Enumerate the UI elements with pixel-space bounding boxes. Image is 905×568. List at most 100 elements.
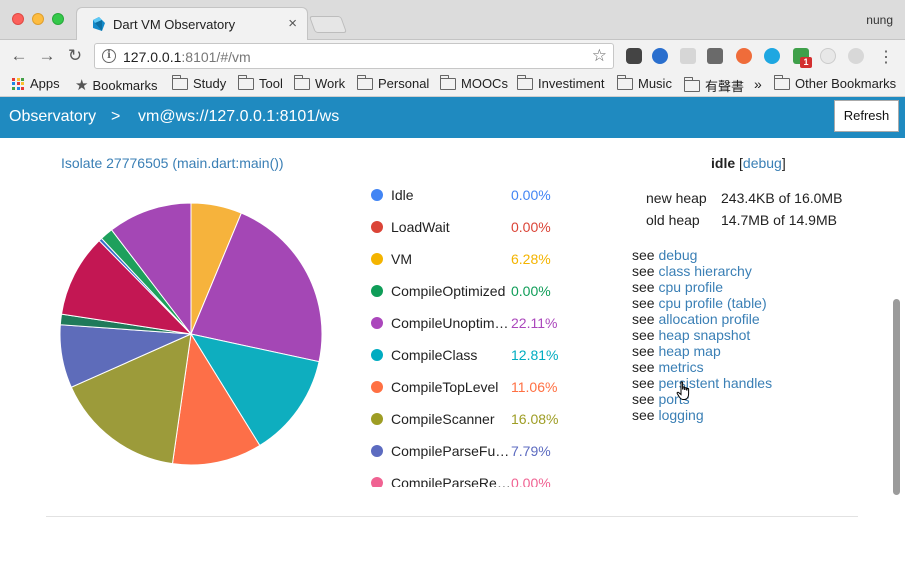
bookmarks-overflow-chevron[interactable]: » xyxy=(754,76,762,92)
tab-observatory[interactable]: Dart VM Observatory × xyxy=(76,7,308,40)
new-tab-button[interactable] xyxy=(308,16,348,33)
legend-value: 6.28% xyxy=(511,251,551,267)
legend-label: CompileParseRegExp xyxy=(391,475,511,487)
see-prefix: see xyxy=(632,279,655,295)
see-link[interactable]: cpu profile (table) xyxy=(658,295,766,311)
legend-row: CompileTopLevel 11.06% xyxy=(365,371,565,403)
isolate-link[interactable]: Isolate 27776505 (main.dart:main()) xyxy=(61,155,284,171)
bookmark-apps[interactable]: Apps xyxy=(12,76,60,91)
legend-label: CompileScanner xyxy=(391,411,495,427)
bookmark-bookmarks[interactable]: ★ Bookmarks xyxy=(75,76,157,94)
folder-icon xyxy=(356,74,373,90)
see-link[interactable]: metrics xyxy=(658,359,703,375)
bookmark-label: Apps xyxy=(30,76,60,91)
legend-value: 0.00% xyxy=(511,219,551,235)
bookmark-study[interactable]: Study xyxy=(171,74,226,91)
bookmark-tool[interactable]: Tool xyxy=(237,74,283,91)
window-minimize-button[interactable] xyxy=(32,13,44,25)
browser-menu-icon[interactable]: ⋮ xyxy=(878,47,894,67)
url-host: 127.0.0.1 xyxy=(123,49,182,65)
bookmark-audiobooks[interactable]: 有聲書 xyxy=(683,76,745,95)
see-item: see cpu profile (table) xyxy=(632,295,772,311)
bookmark-label: Bookmarks xyxy=(92,77,158,93)
see-links-list: see debug see class hierarchy see cpu prof… xyxy=(632,247,772,423)
see-item: see heap map xyxy=(632,343,772,359)
pocket-extension-icon[interactable] xyxy=(626,48,642,64)
forward-arrow-icon[interactable]: → xyxy=(36,45,58,67)
hand-cursor-icon xyxy=(676,381,690,400)
bookmark-label: Investiment xyxy=(538,76,605,91)
see-prefix: see xyxy=(632,327,655,343)
addon-extension-icon[interactable] xyxy=(736,48,752,64)
url-path: :8101/#/vm xyxy=(181,49,251,65)
copy-extension-icon[interactable] xyxy=(680,48,696,64)
site-info-icon[interactable]: i xyxy=(102,49,116,63)
url-text[interactable]: 127.0.0.1:8101/#/vm xyxy=(123,49,251,65)
legend-row: VM 6.28% xyxy=(365,243,565,275)
heap-value: 243.4KB of 16.0MB xyxy=(721,190,843,206)
see-prefix: see xyxy=(632,295,655,311)
apps-icon xyxy=(12,77,24,90)
legend-label: CompileClass xyxy=(391,347,478,363)
bookmark-other[interactable]: Other Bookmarks xyxy=(773,74,896,91)
see-link[interactable]: debug xyxy=(658,247,697,263)
see-link[interactable]: class hierarchy xyxy=(658,263,751,279)
see-link[interactable]: heap snapshot xyxy=(658,327,750,343)
bookmark-label: Tool xyxy=(259,76,283,91)
legend-label: VM xyxy=(391,251,412,267)
see-prefix: see xyxy=(632,343,655,359)
debug-link[interactable]: debug xyxy=(743,155,782,171)
folder-icon xyxy=(237,74,254,90)
skype-extension-icon[interactable] xyxy=(764,48,780,64)
page-scrollbar[interactable] xyxy=(893,299,900,495)
bookmark-label: Work xyxy=(315,76,346,91)
bookmark-label: Personal xyxy=(378,76,430,91)
tab-close-icon[interactable]: × xyxy=(288,15,297,32)
isolate-state: idle xyxy=(711,155,736,171)
back-arrow-icon[interactable]: ← xyxy=(8,45,30,67)
bookmark-label: 有聲書 xyxy=(705,79,745,94)
reader-extension-icon[interactable] xyxy=(707,48,723,64)
bookmark-personal[interactable]: Personal xyxy=(356,74,430,91)
see-link[interactable]: cpu profile xyxy=(658,279,723,295)
legend-dot xyxy=(371,285,383,297)
window-close-button[interactable] xyxy=(12,13,24,25)
see-link[interactable]: heap map xyxy=(658,343,720,359)
browser-toolbar: ← → ↻ i 127.0.0.1:8101/#/vm ☆ ⋮ xyxy=(0,40,905,72)
legend-dot xyxy=(371,221,383,233)
bookmark-star-icon[interactable]: ☆ xyxy=(592,46,607,66)
folder-icon xyxy=(616,74,633,90)
profile-name[interactable]: nung xyxy=(866,13,893,27)
vimium-extension-icon[interactable] xyxy=(652,48,668,64)
legend-row: Idle 0.00% xyxy=(365,179,565,211)
legend-value: 0.00% xyxy=(511,475,551,487)
bookmark-investiment[interactable]: Investiment xyxy=(516,74,605,91)
address-bar[interactable]: i 127.0.0.1:8101/#/vm ☆ xyxy=(94,43,614,69)
bookmark-moocs[interactable]: MOOCs xyxy=(439,74,508,91)
see-prefix: see xyxy=(632,359,655,375)
shield-extension-icon[interactable] xyxy=(848,48,864,64)
heap-value: 14.7MB of 14.9MB xyxy=(721,212,837,228)
isolate-pie-chart xyxy=(59,202,323,466)
see-item: see heap snapshot xyxy=(632,327,772,343)
folder-icon xyxy=(516,74,533,90)
see-item: see logging xyxy=(632,407,772,423)
nav-observatory-link[interactable]: Observatory xyxy=(9,108,96,126)
see-link[interactable]: logging xyxy=(658,407,703,423)
nav-vm-link[interactable]: vm@ws://127.0.0.1:8101/ws xyxy=(138,108,339,126)
folder-icon xyxy=(171,74,188,90)
legend-dot xyxy=(371,253,383,265)
see-item: see cpu profile xyxy=(632,279,772,295)
see-item: see allocation profile xyxy=(632,311,772,327)
legend-label: CompileParseFunction xyxy=(391,443,511,459)
legend-row: CompileParseRegExp0.00% xyxy=(365,467,565,487)
play-extension-icon[interactable] xyxy=(820,48,836,64)
window-maximize-button[interactable] xyxy=(52,13,64,25)
see-link[interactable]: allocation profile xyxy=(658,311,759,327)
bookmark-work[interactable]: Work xyxy=(293,74,346,91)
bookmarks-bar: Apps ★ Bookmarks Study Tool Work Persona… xyxy=(0,72,905,97)
nav-separator: > xyxy=(111,108,121,125)
refresh-button[interactable]: Refresh xyxy=(834,100,899,132)
bookmark-music[interactable]: Music xyxy=(616,74,672,91)
reload-icon[interactable]: ↻ xyxy=(64,45,86,67)
